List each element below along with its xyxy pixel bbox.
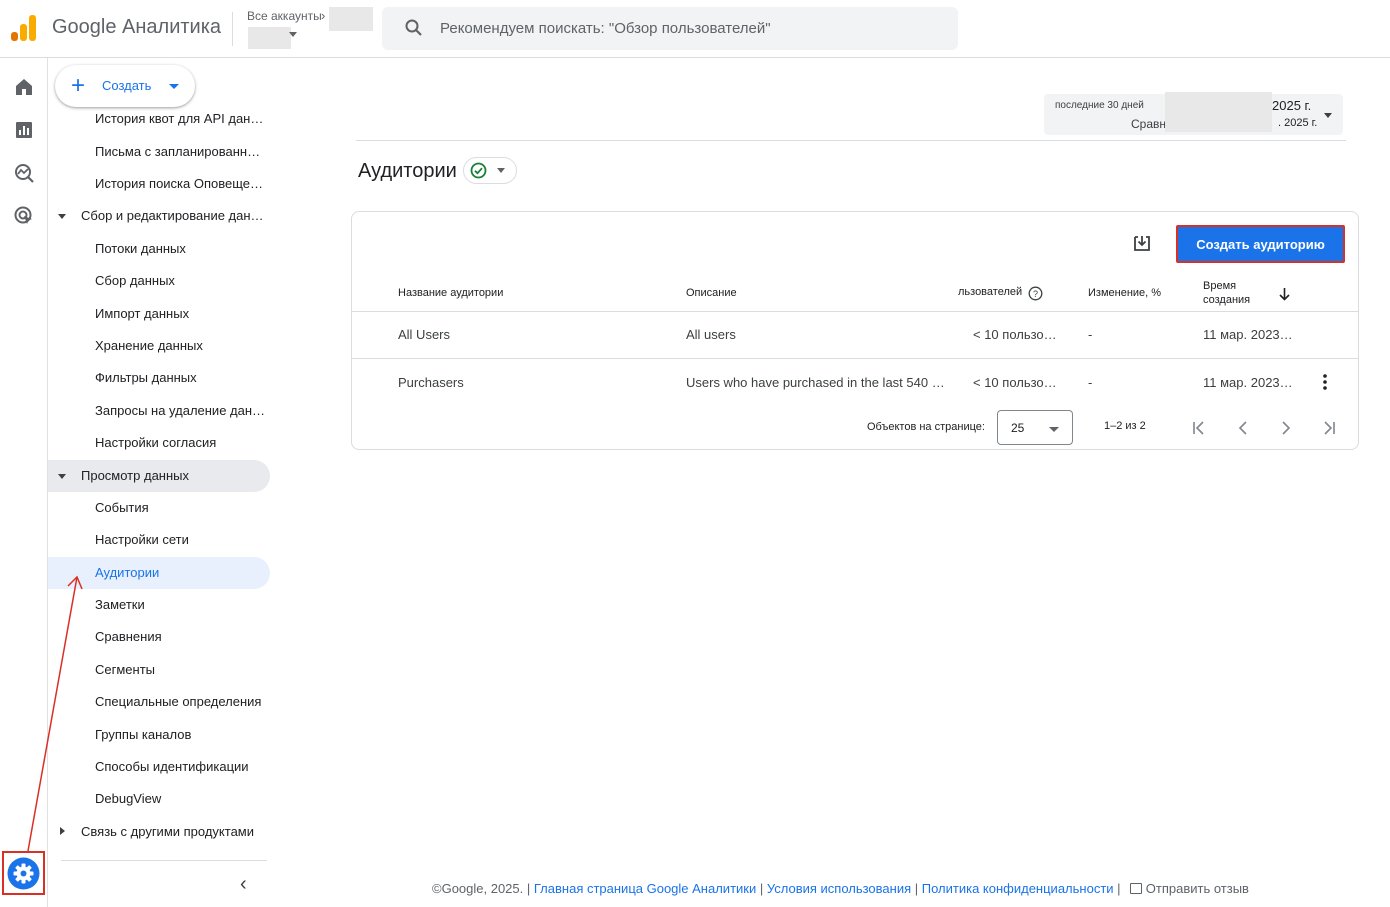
chevron-down-icon[interactable] <box>289 32 297 37</box>
nav-item-data-filters[interactable]: Фильтры данных <box>95 370 267 385</box>
divider <box>232 12 233 46</box>
column-header-created-line1[interactable]: Время <box>1203 280 1236 292</box>
footer-link-privacy[interactable]: Политика конфиденциальности <box>922 881 1114 896</box>
compare-range-end: . 2025 г. <box>1278 117 1318 129</box>
nav-item-channel-groups[interactable]: Группы каналов <box>95 727 267 742</box>
footer-link-home[interactable]: Главная страница Google Аналитики <box>534 881 756 896</box>
nav-item-custom-definitions[interactable]: Специальные определения <box>95 694 267 709</box>
page-title: Аудитории <box>358 160 457 182</box>
previous-page-icon[interactable] <box>1235 420 1251 436</box>
footer: ©Google, 2025. | Главная страница Google… <box>432 881 1249 896</box>
create-audience-label: Создать аудиторию <box>1196 236 1325 252</box>
row-1-name[interactable]: All Users <box>398 327 658 342</box>
search-icon <box>405 19 422 36</box>
row-2-description: Users who have purchased in the last 540… <box>686 375 948 390</box>
nav-item-data-streams[interactable]: Потоки данных <box>95 241 267 256</box>
date-value-redacted <box>1165 92 1272 132</box>
chevron-down-icon <box>497 168 505 173</box>
annotation-arrow <box>27 575 83 852</box>
first-page-icon[interactable] <box>1191 420 1207 436</box>
check-circle-icon <box>470 162 487 179</box>
arrow-down-sort-icon[interactable] <box>1278 287 1291 301</box>
chevron-down-icon[interactable] <box>1324 113 1332 118</box>
row-2-change: - <box>1088 375 1093 390</box>
nav-item-data-import[interactable]: Импорт данных <box>95 306 267 321</box>
row-1-users: < 10 пользо… <box>973 327 1057 342</box>
divider <box>352 311 1358 312</box>
row-2-users: < 10 пользо… <box>973 375 1057 390</box>
compare-label: Сравн <box>1131 117 1167 131</box>
row-1-change: - <box>1088 327 1093 342</box>
account-name-redacted <box>329 7 373 31</box>
nav-item-network-settings[interactable]: Настройки сети <box>95 532 267 547</box>
divider <box>352 358 1358 359</box>
column-header-users[interactable]: льзователей <box>958 286 1022 298</box>
create-audience-button[interactable]: Создать аудиторию <box>1176 225 1345 263</box>
nav-item-events[interactable]: События <box>95 500 267 515</box>
help-icon[interactable]: ? <box>1028 286 1043 301</box>
account-label[interactable]: Все аккаунты <box>247 9 322 23</box>
nav-item-debugview[interactable]: DebugView <box>95 791 267 806</box>
nav-item-annotations[interactable]: Заметки <box>95 597 267 612</box>
row-1-created: 11 мар. 2023… <box>1203 327 1293 342</box>
nav-item-consent-settings[interactable]: Настройки согласия <box>95 435 267 450</box>
nav-item-data-collection[interactable]: Сбор данных <box>95 273 267 288</box>
date-range-label: последние 30 дней <box>1055 100 1144 111</box>
last-page-icon[interactable] <box>1321 420 1337 436</box>
chevron-down-icon <box>169 84 179 89</box>
nav-item-scheduled-emails[interactable]: Письма с запланированно… <box>95 144 267 159</box>
nav-item-data-deletion[interactable]: Запросы на удаление дан… <box>95 403 267 418</box>
more-vert-icon[interactable] <box>1319 373 1331 391</box>
property-selector[interactable] <box>248 27 291 49</box>
column-header-name[interactable]: Название аудитории <box>398 287 503 299</box>
nav-item-api-quota-history[interactable]: История квот для API дан… <box>95 111 267 126</box>
chevron-down-icon <box>1049 427 1059 432</box>
per-page-select[interactable] <box>997 410 1073 445</box>
nav-item-comparisons[interactable]: Сравнения <box>95 629 267 644</box>
row-2-created: 11 мар. 2023… <box>1203 375 1293 390</box>
feedback-icon <box>1130 883 1143 894</box>
next-page-icon[interactable] <box>1278 420 1294 436</box>
date-range-end: 2025 г. <box>1272 98 1312 113</box>
column-header-created-line2[interactable]: создания <box>1203 294 1250 306</box>
nav-item-segments[interactable]: Сегменты <box>95 662 267 677</box>
per-page-label: Объектов на странице: <box>867 421 985 433</box>
svg-text:?: ? <box>1033 289 1038 299</box>
chevron-right-icon: › <box>321 8 326 23</box>
download-icon[interactable] <box>1132 233 1152 253</box>
row-2-name[interactable]: Purchasers <box>398 375 658 390</box>
collapse-sidebar-icon[interactable]: ‹ <box>240 873 247 896</box>
nav-item-reporting-identity[interactable]: Способы идентификации <box>95 759 267 774</box>
nav-item-data-retention[interactable]: Хранение данных <box>95 338 267 353</box>
pagination-range: 1–2 из 2 <box>1104 420 1146 432</box>
search-input[interactable]: Рекомендуем поискать: "Обзор пользовател… <box>440 20 771 37</box>
nav-item-alert-search-history[interactable]: История поиска Оповеще… <box>95 176 267 191</box>
nav-item-audiences[interactable]: Аудитории <box>95 565 267 580</box>
footer-feedback[interactable]: Отправить отзыв <box>1146 881 1249 896</box>
column-header-change[interactable]: Изменение, % <box>1088 287 1161 299</box>
column-header-description[interactable]: Описание <box>686 287 737 299</box>
row-1-description: All users <box>686 327 736 342</box>
footer-copyright: ©Google, 2025. | <box>432 881 531 896</box>
footer-link-terms[interactable]: Условия использования <box>767 881 911 896</box>
top-bar: Google Аналитика Все аккаунты › Рекоменд… <box>0 0 1390 58</box>
divider <box>356 140 1346 141</box>
per-page-value: 25 <box>1011 421 1025 435</box>
